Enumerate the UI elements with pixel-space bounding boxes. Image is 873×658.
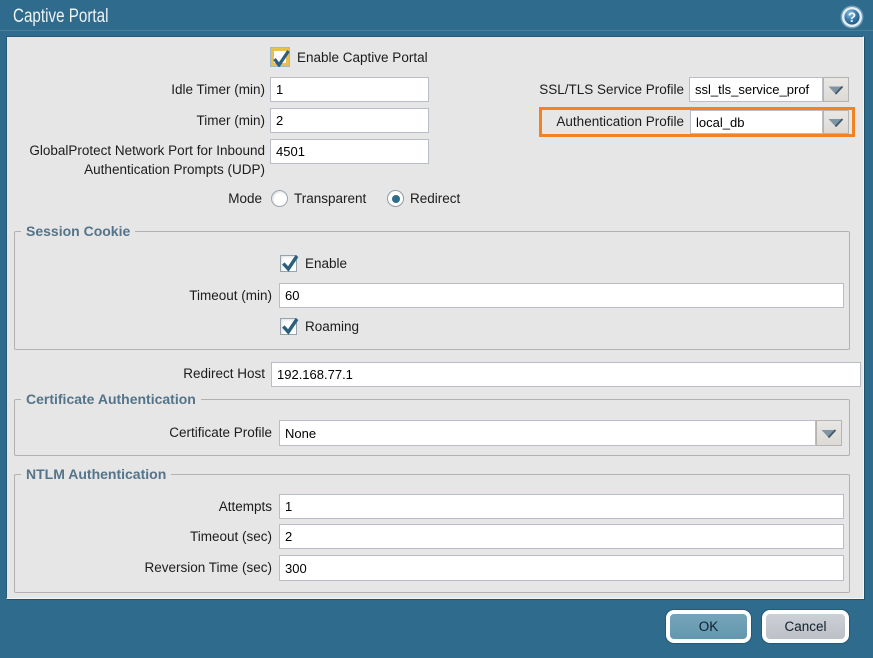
svg-text:?: ? <box>848 10 856 25</box>
